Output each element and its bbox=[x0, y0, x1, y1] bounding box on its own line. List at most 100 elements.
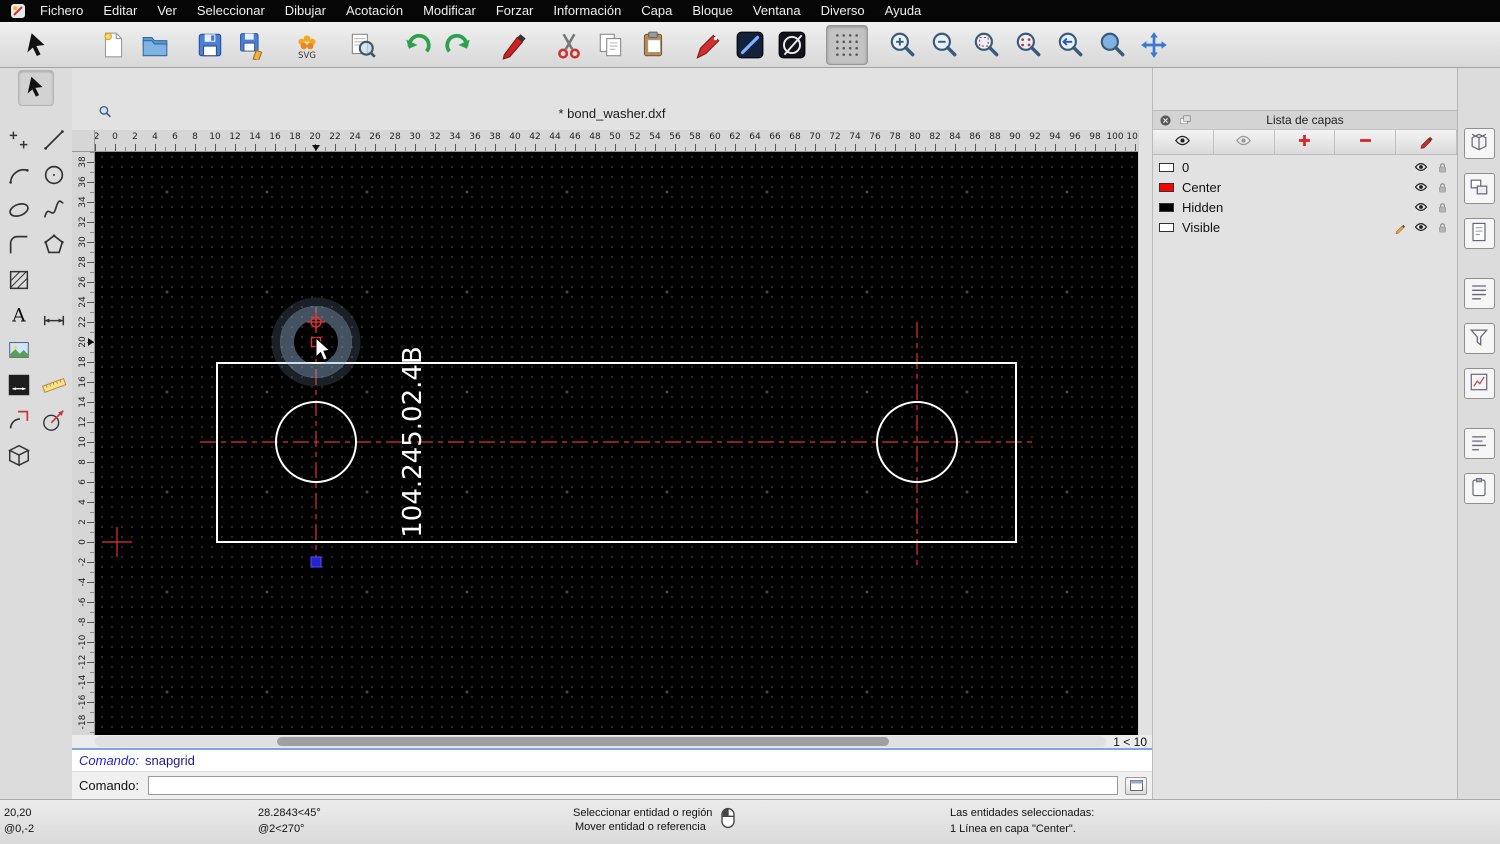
menu-item-seleccionar[interactable]: Seleccionar bbox=[187, 0, 275, 22]
points-tool-button[interactable] bbox=[2, 124, 36, 158]
text-tool-button[interactable]: A bbox=[2, 299, 36, 333]
menu-item-forzar[interactable]: Forzar bbox=[486, 0, 544, 22]
menu-item-ver[interactable]: Ver bbox=[147, 0, 187, 22]
menu-item-diverso[interactable]: Diverso bbox=[811, 0, 875, 22]
snap-grid-button[interactable] bbox=[826, 24, 868, 65]
horizontal-scrollbar-thumb[interactable] bbox=[276, 737, 889, 746]
pan-icon bbox=[1139, 30, 1169, 60]
spline-tool-button[interactable] bbox=[37, 194, 71, 228]
polar-absolute-coordinate: 28.2843<45° bbox=[258, 807, 321, 819]
washer-outline[interactable] bbox=[216, 362, 1017, 543]
dock-command-line-button[interactable] bbox=[1463, 428, 1495, 459]
line-tool-button[interactable] bbox=[37, 124, 71, 158]
layer-row-visible[interactable]: Visible bbox=[1153, 217, 1457, 237]
selection-tool-button[interactable] bbox=[16, 25, 58, 65]
arc-tool-button[interactable] bbox=[2, 159, 36, 193]
draw-freehand-button[interactable] bbox=[687, 25, 729, 65]
ruler-label: 74 bbox=[849, 132, 861, 142]
redo-button[interactable] bbox=[438, 25, 480, 65]
menu-item-modificar[interactable]: Modificar bbox=[413, 0, 486, 22]
zoom-selection-button[interactable] bbox=[1007, 25, 1049, 65]
show-all-layers-button[interactable] bbox=[1153, 130, 1214, 154]
menu-item-ventana[interactable]: Ventana bbox=[743, 0, 811, 22]
selection-handle[interactable] bbox=[310, 556, 322, 568]
panel-close-icon[interactable] bbox=[1157, 112, 1173, 128]
open-document-button[interactable] bbox=[134, 25, 176, 65]
fillet-tool-button[interactable] bbox=[2, 229, 36, 263]
copy-button[interactable] bbox=[590, 25, 632, 65]
zoom-previous-button[interactable] bbox=[1049, 25, 1091, 65]
draw-circle-button[interactable] bbox=[771, 25, 813, 65]
menu-item-bloque[interactable]: Bloque bbox=[682, 0, 742, 22]
print-preview-button[interactable] bbox=[341, 25, 383, 65]
paste-button[interactable] bbox=[632, 25, 674, 65]
measure-tool-button[interactable] bbox=[37, 369, 71, 403]
layer-visibility-eye-icon[interactable] bbox=[1412, 160, 1430, 174]
toolbar-group bbox=[881, 25, 1175, 65]
polygon-tool-button[interactable] bbox=[37, 229, 71, 263]
save-document-button[interactable] bbox=[189, 25, 231, 65]
dock-selection-filter-button[interactable] bbox=[1463, 323, 1495, 354]
command-detach-button[interactable] bbox=[1125, 776, 1147, 795]
zoom-auto-button[interactable] bbox=[965, 25, 1007, 65]
layer-visibility-eye-icon[interactable] bbox=[1412, 200, 1430, 214]
menu-item-editar[interactable]: Editar bbox=[93, 0, 147, 22]
hatch-tool-button[interactable] bbox=[2, 264, 36, 298]
dock-property-editor-button[interactable] bbox=[1463, 128, 1495, 159]
menu-item-capa[interactable]: Capa bbox=[631, 0, 682, 22]
part-number-label[interactable]: 104.245.02.4B bbox=[398, 346, 428, 538]
solid-tool-button[interactable] bbox=[2, 439, 36, 473]
layer-row-hidden[interactable]: Hidden bbox=[1153, 197, 1457, 217]
dimension-tool-button[interactable] bbox=[37, 299, 71, 333]
layer-visibility-eye-icon[interactable] bbox=[1412, 180, 1430, 194]
delete-entities-button[interactable] bbox=[493, 25, 535, 65]
layer-lock-icon[interactable] bbox=[1433, 181, 1451, 194]
dock-clipboard-panel-button[interactable] bbox=[1463, 473, 1495, 504]
edit-layer-attributes-button[interactable] bbox=[1396, 130, 1457, 154]
dimension-style-tool-button[interactable] bbox=[2, 369, 36, 403]
undo-button[interactable] bbox=[396, 25, 438, 65]
dock-library-browser-button[interactable] bbox=[1463, 368, 1495, 399]
dock-layer-list-button[interactable] bbox=[1463, 173, 1495, 204]
selection-tool-button[interactable] bbox=[18, 70, 54, 106]
svg-icon: SVG bbox=[292, 30, 322, 60]
layer-row-center[interactable]: Center bbox=[1153, 177, 1457, 197]
new-document-button[interactable] bbox=[92, 25, 134, 65]
zoom-window-button[interactable] bbox=[1091, 25, 1133, 65]
menu-item-ayuda[interactable]: Ayuda bbox=[875, 0, 932, 22]
dock-view-list-button[interactable] bbox=[1463, 278, 1495, 309]
layer-lock-icon[interactable] bbox=[1433, 221, 1451, 234]
hide-all-layers-button[interactable] bbox=[1214, 130, 1275, 154]
layer-lock-icon[interactable] bbox=[1433, 161, 1451, 174]
pan-button[interactable] bbox=[1133, 25, 1175, 65]
ellipse-tool-button[interactable] bbox=[2, 194, 36, 228]
layer-lock-icon[interactable] bbox=[1433, 201, 1451, 214]
save-document-as-button[interactable] bbox=[231, 25, 273, 65]
modify-tool-button[interactable] bbox=[2, 404, 36, 438]
export-svg-button[interactable]: SVG bbox=[286, 25, 328, 65]
ruler-label: 8 bbox=[192, 132, 198, 142]
circle-tool-button[interactable] bbox=[37, 159, 71, 193]
radial-dimension-tool-button[interactable] bbox=[37, 404, 71, 438]
add-layer-button[interactable] bbox=[1275, 130, 1336, 154]
cut-button[interactable] bbox=[548, 25, 590, 65]
image-tool-button[interactable] bbox=[2, 334, 36, 368]
layer-row-0[interactable]: 0 bbox=[1153, 157, 1457, 177]
entity-attributes-button[interactable] bbox=[729, 25, 771, 65]
drawing-canvas[interactable]: 104.245.02.4B bbox=[95, 152, 1138, 735]
washer-entities[interactable] bbox=[216, 362, 1017, 543]
remove-layer-button[interactable] bbox=[1335, 130, 1397, 154]
dock-block-list-button[interactable] bbox=[1463, 218, 1495, 249]
centerlines[interactable] bbox=[102, 307, 1037, 567]
layer-visibility-eye-icon[interactable] bbox=[1412, 220, 1430, 234]
menu-item-informacion[interactable]: Información bbox=[543, 0, 631, 22]
menu-item-fichero[interactable]: Fichero bbox=[30, 0, 93, 22]
zoom-in-button[interactable] bbox=[881, 25, 923, 65]
menu-item-acotacion[interactable]: Acotación bbox=[336, 0, 413, 22]
command-input[interactable] bbox=[147, 776, 1118, 795]
zoom-out-button[interactable] bbox=[923, 25, 965, 65]
menu-item-dibujar[interactable]: Dibujar bbox=[275, 0, 336, 22]
horizontal-scrollbar[interactable] bbox=[95, 736, 1106, 747]
app-logo-icon[interactable] bbox=[6, 3, 30, 19]
panel-float-icon[interactable] bbox=[1177, 112, 1193, 128]
